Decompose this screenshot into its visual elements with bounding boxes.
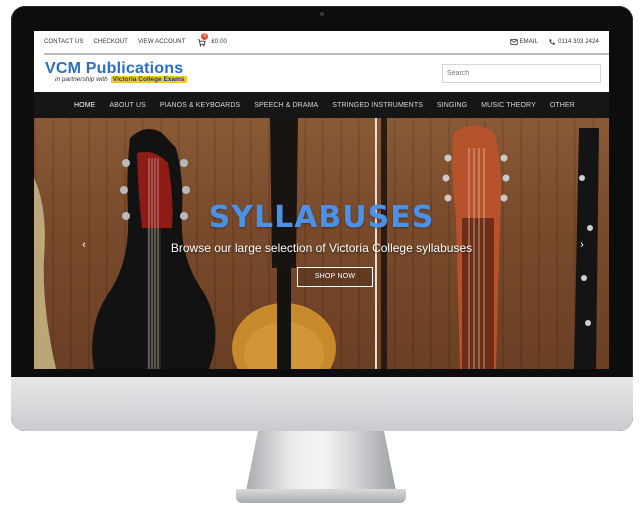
email-link[interactable]: EMAIL: [509, 38, 539, 46]
search-input[interactable]: [442, 64, 601, 83]
monitor-frame: CONTACT US CHECKOUT VIEW ACCOUNT 0 £0.00…: [11, 6, 633, 431]
shop-now-button[interactable]: SHOP NOW: [297, 267, 373, 287]
logo-partner-badge: Victoria College Exams: [110, 76, 187, 83]
logo-tagline-text: in partnership with: [55, 76, 108, 83]
cart-total: £0.00: [211, 39, 227, 45]
cart-button[interactable]: 0 £0.00: [197, 32, 227, 47]
nav-item-home[interactable]: HOME: [74, 102, 95, 109]
nav-item-stringed-instruments[interactable]: STRINGED INSTRUMENTS: [332, 102, 423, 109]
topbar-divider: [44, 53, 609, 55]
monitor-stand-base: [236, 489, 406, 503]
carousel-prev-icon[interactable]: ‹: [79, 239, 89, 251]
main-navigation: HOME ABOUT US PIANOS & KEYBOARDS SPEECH …: [34, 92, 609, 118]
envelope-icon: [509, 39, 518, 45]
site-header: VCM Publications in partnership with Vic…: [34, 56, 609, 90]
nav-item-pianos-keyboards[interactable]: PIANOS & KEYBOARDS: [160, 102, 240, 109]
nav-item-other[interactable]: OTHER: [550, 102, 575, 109]
contact-us-link[interactable]: CONTACT US: [44, 39, 83, 45]
webcam: [320, 12, 324, 16]
monitor-chin: [11, 377, 633, 431]
nav-item-music-theory[interactable]: MUSIC THEORY: [481, 102, 536, 109]
nav-item-about-us[interactable]: ABOUT US: [109, 102, 145, 109]
site-logo-tagline: in partnership with Victoria College Exa…: [55, 76, 187, 83]
monitor-stand-neck: [246, 431, 396, 491]
top-utility-bar: CONTACT US CHECKOUT VIEW ACCOUNT 0 £0.00…: [34, 31, 609, 53]
view-account-link[interactable]: VIEW ACCOUNT: [138, 39, 186, 45]
hero-subtitle: Browse our large selection of Victoria C…: [170, 241, 473, 255]
checkout-link[interactable]: CHECKOUT: [93, 39, 127, 45]
phone-icon: [549, 39, 555, 45]
website-screen: CONTACT US CHECKOUT VIEW ACCOUNT 0 £0.00…: [34, 31, 609, 369]
hero-title: SYLLABUSES: [208, 200, 435, 235]
carousel-next-icon[interactable]: ›: [577, 239, 587, 251]
hero-banner: SYLLABUSES Browse our large selection of…: [34, 118, 609, 369]
nav-item-speech-drama[interactable]: SPEECH & DRAMA: [254, 102, 318, 109]
phone-link[interactable]: 0114 303 2424: [548, 38, 599, 46]
cart-count-badge: 0: [201, 32, 209, 40]
nav-item-singing[interactable]: SINGING: [437, 102, 467, 109]
phone-number: 0114 303 2424: [558, 39, 599, 45]
email-label: EMAIL: [519, 39, 539, 45]
